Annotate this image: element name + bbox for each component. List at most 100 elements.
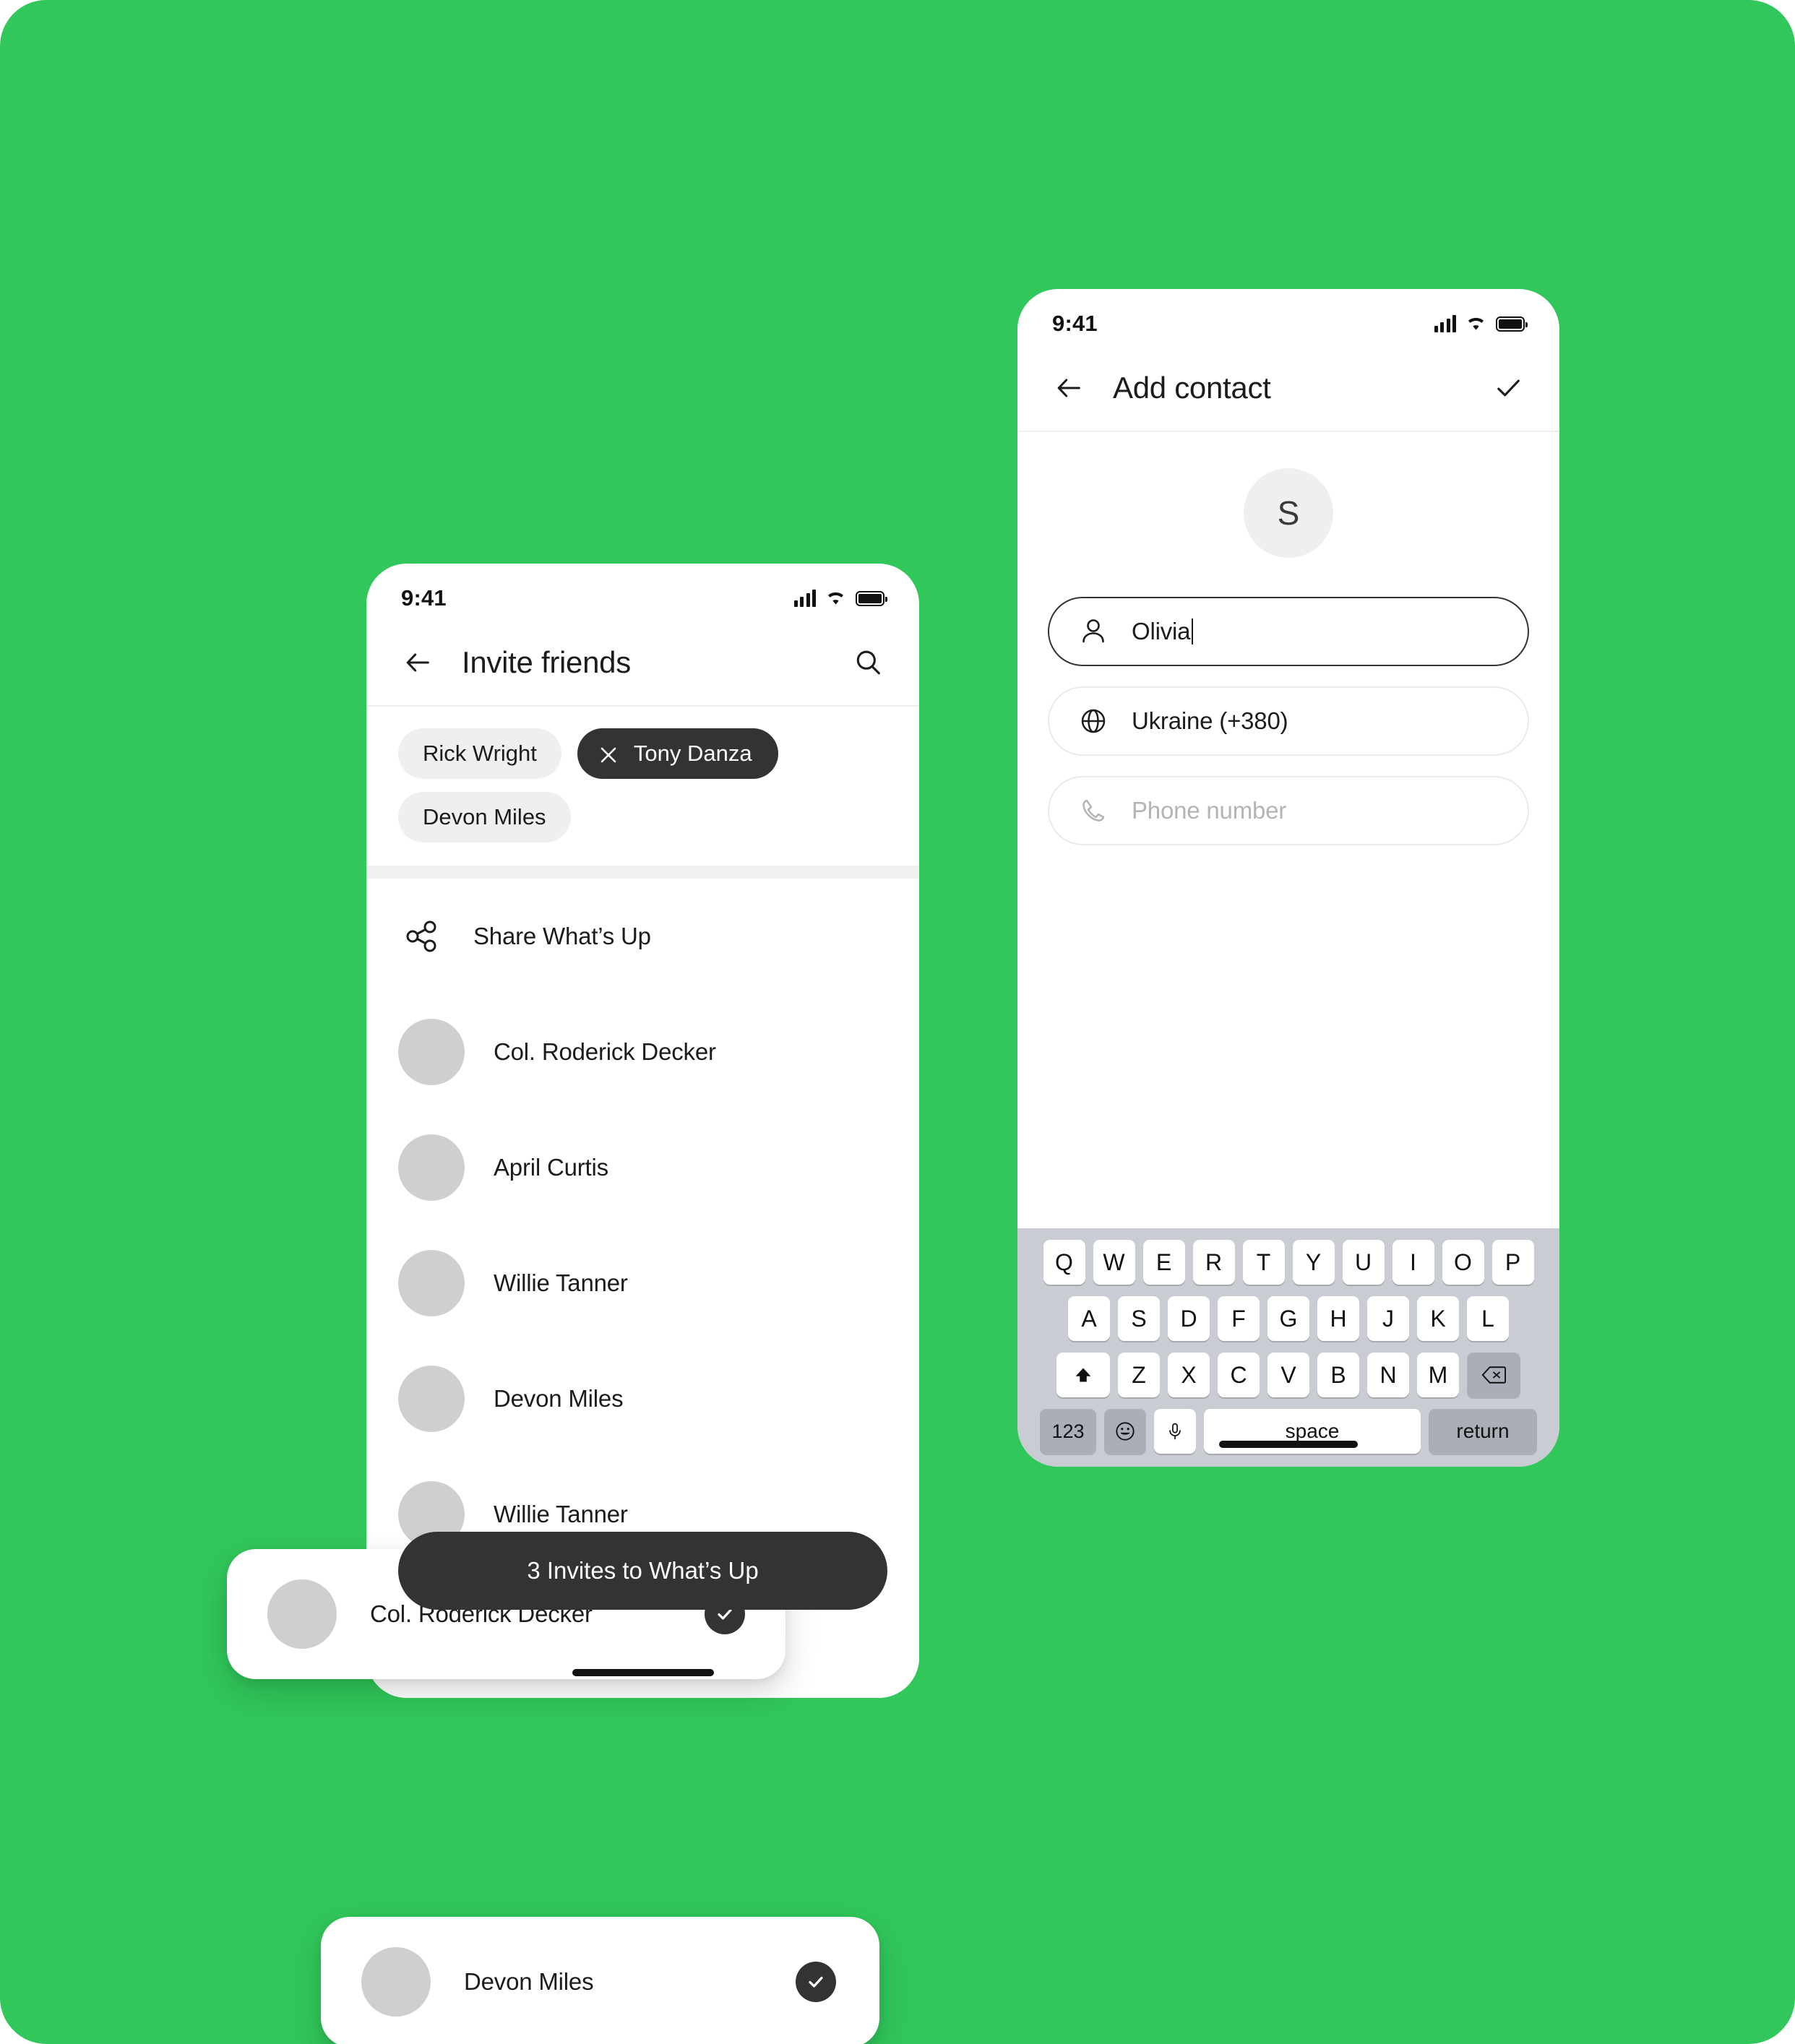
share-row[interactable]: Share What’s Up (366, 879, 919, 994)
numbers-key[interactable]: 123 (1040, 1409, 1096, 1454)
key-e[interactable]: E (1142, 1240, 1185, 1285)
key-r[interactable]: R (1192, 1240, 1235, 1285)
list-item[interactable]: April Curtis (366, 1110, 919, 1225)
key-c[interactable]: C (1218, 1353, 1260, 1397)
key-l[interactable]: L (1467, 1296, 1509, 1341)
list-item[interactable] (366, 1688, 919, 1698)
chip-devon-miles[interactable]: Devon Miles (398, 792, 571, 842)
chip-tony-danza[interactable]: Tony Danza (577, 728, 778, 779)
selected-chips: Rick Wright Tony Danza Devon Miles (366, 707, 919, 866)
key-h[interactable]: H (1317, 1296, 1359, 1341)
avatar (398, 1134, 465, 1201)
home-indicator (572, 1669, 714, 1676)
avatar (398, 1366, 465, 1432)
key-x[interactable]: X (1168, 1353, 1210, 1397)
page-title: Add contact (1113, 371, 1271, 405)
avatar (398, 1250, 465, 1316)
list-item[interactable]: Willie Tanner (366, 1225, 919, 1341)
status-bar-time: 9:41 (1052, 311, 1098, 336)
status-bar-icons (793, 590, 887, 607)
contact-name: Col. Roderick Decker (494, 1038, 716, 1065)
share-row-label: Share What’s Up (473, 923, 651, 949)
key-k[interactable]: K (1417, 1296, 1459, 1341)
key-n[interactable]: N (1367, 1353, 1409, 1397)
key-g[interactable]: G (1267, 1296, 1309, 1341)
country-field-value: Ukraine (+380) (1132, 707, 1288, 734)
phone-field[interactable]: Phone number (1048, 776, 1529, 845)
chip-rick-wright[interactable]: Rick Wright (398, 728, 561, 779)
key-d[interactable]: D (1168, 1296, 1210, 1341)
chip-label: Devon Miles (423, 804, 546, 829)
status-bar-icons (1434, 315, 1528, 332)
key-m[interactable]: M (1417, 1353, 1459, 1397)
backspace-icon[interactable] (1467, 1353, 1520, 1397)
avatar (361, 1947, 431, 2017)
text-caret (1192, 618, 1194, 644)
avatar (398, 1019, 465, 1085)
back-icon[interactable] (398, 643, 437, 682)
key-t[interactable]: T (1242, 1240, 1285, 1285)
phone-icon (1078, 795, 1109, 826)
key-z[interactable]: Z (1118, 1353, 1160, 1397)
back-icon[interactable] (1049, 368, 1088, 407)
check-icon[interactable] (1489, 368, 1528, 407)
wifi-icon (1465, 316, 1486, 332)
key-i[interactable]: I (1392, 1240, 1434, 1285)
key-w[interactable]: W (1093, 1240, 1135, 1285)
name-field[interactable]: Olivia (1048, 597, 1529, 666)
app-bar-right: Add contact (1017, 345, 1559, 431)
microphone-icon[interactable] (1154, 1409, 1196, 1454)
key-f[interactable]: F (1218, 1296, 1260, 1341)
contact-name: Devon Miles (464, 1968, 594, 1995)
invites-cta-button[interactable]: 3 Invites to What’s Up (398, 1532, 887, 1610)
list-item[interactable]: Devon Miles (366, 1341, 919, 1457)
selected-check-icon[interactable] (796, 1962, 836, 2002)
chip-label: Tony Danza (633, 741, 752, 766)
key-v[interactable]: V (1267, 1353, 1309, 1397)
chip-label: Rick Wright (423, 741, 537, 766)
key-y[interactable]: Y (1292, 1240, 1335, 1285)
section-divider (366, 866, 919, 879)
page-title: Invite friends (462, 645, 631, 679)
person-icon (1078, 616, 1109, 647)
canvas: 9:41 Invite friends Rick Wright Tony Dan… (0, 0, 1795, 2044)
list-item[interactable]: Col. Roderick Decker (366, 994, 919, 1110)
status-bar-left: 9:41 (366, 564, 919, 620)
on-screen-keyboard: Q W E R T Y U I O P A S D F G H J K L Z … (1017, 1228, 1559, 1467)
key-j[interactable]: J (1367, 1296, 1409, 1341)
close-icon[interactable] (599, 744, 618, 763)
contact-name: Willie Tanner (494, 1501, 628, 1527)
invites-cta-label: 3 Invites to What’s Up (527, 1557, 759, 1584)
country-field[interactable]: Ukraine (+380) (1048, 686, 1529, 756)
search-icon[interactable] (848, 643, 887, 682)
home-indicator (1219, 1441, 1358, 1448)
battery-icon (856, 590, 887, 606)
key-p[interactable]: P (1491, 1240, 1534, 1285)
app-bar-divider (1017, 431, 1559, 432)
key-b[interactable]: B (1317, 1353, 1359, 1397)
phone-field-placeholder: Phone number (1132, 797, 1287, 824)
app-bar-left: Invite friends (366, 620, 919, 705)
status-bar-time: 9:41 (401, 585, 447, 611)
invite-friends-phone: 9:41 Invite friends Rick Wright Tony Dan… (366, 564, 919, 1698)
avatar-initial: S (1277, 494, 1300, 532)
share-icon (404, 918, 440, 954)
shift-icon[interactable] (1056, 1353, 1110, 1397)
keyboard-row-1: Q W E R T Y U I O P (1023, 1240, 1554, 1285)
selected-contact-card[interactable]: Devon Miles (321, 1917, 879, 2044)
emoji-icon[interactable] (1104, 1409, 1146, 1454)
add-contact-phone: 9:41 Add contact S Olivia Ukraine (+380)… (1017, 289, 1559, 1467)
status-bar-right: 9:41 (1017, 289, 1559, 345)
contact-avatar-placeholder[interactable]: S (1244, 468, 1333, 558)
key-o[interactable]: O (1442, 1240, 1484, 1285)
name-field-value: Olivia (1132, 618, 1194, 645)
keyboard-row-2: A S D F G H J K L (1023, 1296, 1554, 1341)
wifi-icon (825, 590, 846, 606)
key-q[interactable]: Q (1043, 1240, 1085, 1285)
key-s[interactable]: S (1118, 1296, 1160, 1341)
contact-name: Devon Miles (494, 1385, 624, 1412)
battery-icon (1496, 316, 1528, 332)
key-u[interactable]: U (1342, 1240, 1385, 1285)
key-a[interactable]: A (1068, 1296, 1110, 1341)
return-key[interactable]: return (1429, 1409, 1537, 1454)
